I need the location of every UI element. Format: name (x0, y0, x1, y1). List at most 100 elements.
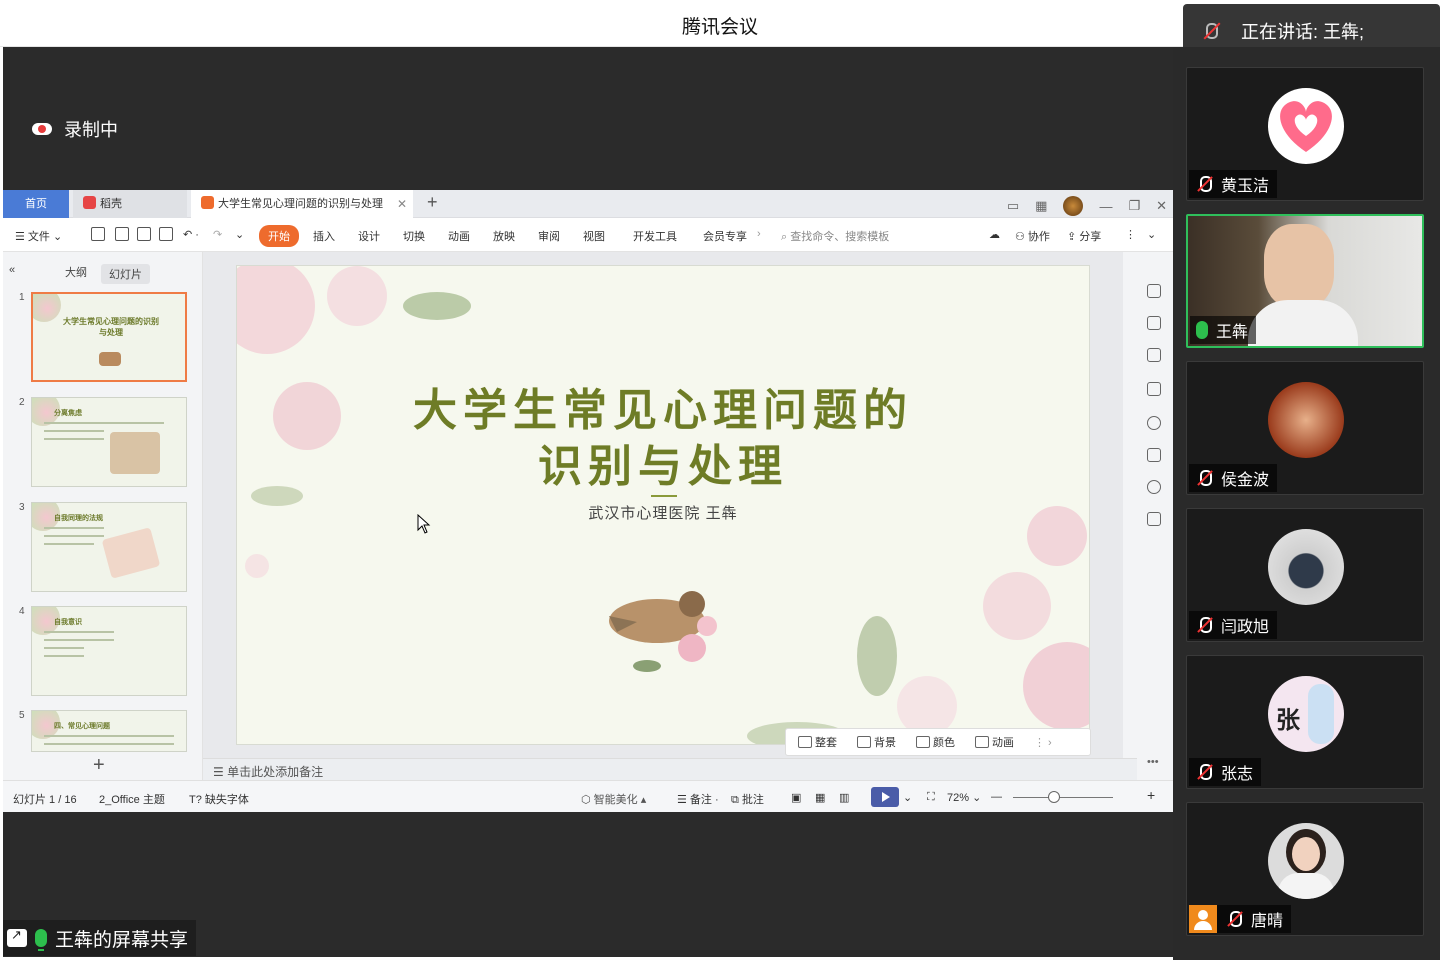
undo-icon[interactable]: ↶ · (183, 228, 199, 241)
comment-button[interactable]: ⧉ 批注 (731, 791, 764, 807)
ribbon-tab-start[interactable]: 开始 (259, 225, 299, 247)
fit-window-icon[interactable]: ⛶ (927, 791, 935, 804)
more-icon[interactable]: ⋮ (1125, 228, 1136, 241)
ribbon-toolbar: ☰ 文件 ⌄ ↶ · ↷ ⌄ 开始 插入 设计 切换 动画 放映 审阅 视图 开… (3, 218, 1173, 252)
play-slideshow-button[interactable] (871, 787, 899, 807)
close-tab-icon[interactable]: ✕ (397, 190, 407, 218)
zoom-in-icon[interactable]: + (1147, 787, 1155, 803)
close-icon[interactable]: ✕ (1156, 198, 1167, 214)
minimize-icon[interactable]: — (1099, 199, 1112, 214)
location-icon[interactable] (1147, 480, 1161, 494)
title-divider (651, 495, 677, 497)
redo-icon[interactable]: ↷ (213, 228, 222, 241)
participant-tile-active[interactable]: 王犇 (1186, 214, 1424, 348)
ribbon-tab-transition[interactable]: 切换 (403, 228, 425, 244)
reading-view-icon[interactable]: ▥ (839, 791, 849, 804)
add-slide-icon[interactable]: + (93, 754, 105, 777)
export-icon[interactable] (115, 227, 129, 241)
participant-tile[interactable]: 侯金波 (1186, 361, 1424, 495)
sorter-view-icon[interactable]: ▦ (815, 791, 825, 804)
quick-more-icon[interactable]: ⌄ (235, 228, 244, 241)
color-button[interactable]: 颜色 (916, 734, 955, 750)
print-icon[interactable] (137, 227, 151, 241)
speaker-face (1264, 224, 1334, 308)
book-icon[interactable] (1147, 512, 1161, 526)
slide-thumb-4[interactable]: 自我意识 (31, 606, 187, 696)
whole-set-button[interactable]: 整套 (798, 734, 837, 750)
menu-file[interactable]: ☰ 文件 ⌄ (15, 228, 62, 244)
mic-muted-icon (1195, 616, 1213, 634)
slide-thumb-2[interactable]: 分离焦虑 (31, 397, 187, 487)
notes-bar[interactable]: ☰ 单击此处添加备注 (203, 758, 1137, 780)
tab-daoke[interactable]: 稻壳 (73, 190, 187, 218)
participant-tile[interactable]: 黄玉洁 (1186, 67, 1424, 201)
thumb-number: 4 (19, 606, 25, 617)
ribbon-tab-insert[interactable]: 插入 (313, 228, 335, 244)
save-icon[interactable] (91, 227, 105, 241)
text-line (44, 735, 174, 737)
text-line (44, 438, 104, 440)
participant-name-tag: 王犇 (1190, 316, 1257, 344)
thumb-title: 大学生常见心理问题的识别与处理 (63, 317, 159, 337)
cloud-sync-icon[interactable]: ☁ (989, 228, 1000, 241)
command-search[interactable]: ⌕ 查找命令、搜索模板 (781, 228, 889, 244)
grid-icon[interactable]: ▦ (1035, 198, 1047, 214)
avatar-body (1278, 873, 1334, 899)
missing-font[interactable]: T? 缺失字体 (189, 791, 249, 807)
window-controls: ▭ ▦ — ❐ ✕ (1007, 196, 1167, 216)
participant-tile[interactable]: 张 张志 (1186, 655, 1424, 789)
panel-tab-slides[interactable]: 幻灯片 (101, 264, 150, 284)
remark-button[interactable]: ☰ 备注 · (677, 791, 719, 807)
adjust-icon[interactable] (1147, 316, 1161, 330)
user-avatar[interactable] (1063, 196, 1084, 216)
transition-icon[interactable] (1147, 382, 1161, 396)
slide-thumb-1[interactable]: 大学生常见心理问题的识别与处理 (31, 292, 187, 382)
zoom-slider-track[interactable] (1013, 797, 1113, 798)
ribbon-more-icon[interactable]: › (757, 228, 761, 240)
rocket-icon[interactable] (1147, 284, 1161, 298)
tab-home[interactable]: 首页 (3, 190, 69, 218)
speaking-text: 正在讲话: 王犇; (1241, 22, 1365, 42)
ribbon-tab-animation[interactable]: 动画 (448, 228, 470, 244)
panel-tab-outline[interactable]: 大纲 (65, 264, 87, 280)
normal-view-icon[interactable]: ▣ (791, 791, 801, 804)
ribbon-tab-slideshow[interactable]: 放映 (493, 228, 515, 244)
restore-icon[interactable]: ❐ (1128, 198, 1140, 214)
template-icon (798, 736, 812, 748)
ribbon-tab-member[interactable]: 会员专享 (703, 228, 747, 244)
collapse-ribbon-icon[interactable]: ⌄ (1147, 228, 1156, 241)
share-button[interactable]: ⇪ 分享 (1067, 228, 1101, 244)
ribbon-tab-view[interactable]: 视图 (583, 228, 605, 244)
ribbon-tab-developer[interactable]: 开发工具 (633, 228, 677, 244)
participant-tile[interactable]: 闫政旭 (1186, 508, 1424, 642)
text-line (44, 535, 104, 537)
mic-on-icon (1196, 321, 1208, 339)
image-icon[interactable] (1147, 448, 1161, 462)
collapse-panel-icon[interactable]: « (9, 264, 15, 276)
animation-button[interactable]: 动画 (975, 734, 1014, 750)
slide-thumb-3[interactable]: 自我同理的法规 (31, 502, 187, 592)
ribbon-tab-design[interactable]: 设计 (358, 228, 380, 244)
zoom-out-icon[interactable]: — (991, 791, 1002, 803)
more-options-icon[interactable]: ••• (1147, 756, 1159, 768)
ribbon-tab-review[interactable]: 审阅 (538, 228, 560, 244)
smart-beautify[interactable]: ⬡ 智能美化 ▴ (581, 791, 646, 807)
help-icon[interactable] (1147, 416, 1161, 430)
layout-icon[interactable]: ▭ (1007, 198, 1019, 214)
pin-icon[interactable] (1147, 348, 1161, 362)
screen-share-label[interactable]: 王犇的屏幕共享 (3, 920, 197, 956)
background-button[interactable]: 背景 (857, 734, 896, 750)
play-options-icon[interactable]: ⌄ (903, 791, 912, 804)
slide-thumb-5[interactable]: 四、常见心理问题 (31, 710, 187, 752)
add-tab-icon[interactable]: + (427, 192, 438, 213)
tab-document[interactable]: 大学生常见心理问题的识别与处理 ✕ (191, 190, 413, 218)
participant-tile[interactable]: 唐晴 (1186, 802, 1424, 936)
collab-button[interactable]: ⚇ 协作 (1015, 228, 1050, 244)
theme-name[interactable]: 2_Office 主题 (99, 791, 165, 807)
recording-indicator[interactable]: 录制中 (32, 116, 118, 142)
zoom-slider-handle[interactable] (1048, 791, 1060, 803)
current-slide[interactable]: 大学生常见心理问题的 识别与处理 武汉市心理医院 王犇 (236, 265, 1090, 745)
preview-icon[interactable] (159, 227, 173, 241)
more-tools-icon[interactable]: ⋮ › (1034, 736, 1052, 749)
zoom-level[interactable]: 72% ⌄ (947, 791, 981, 804)
